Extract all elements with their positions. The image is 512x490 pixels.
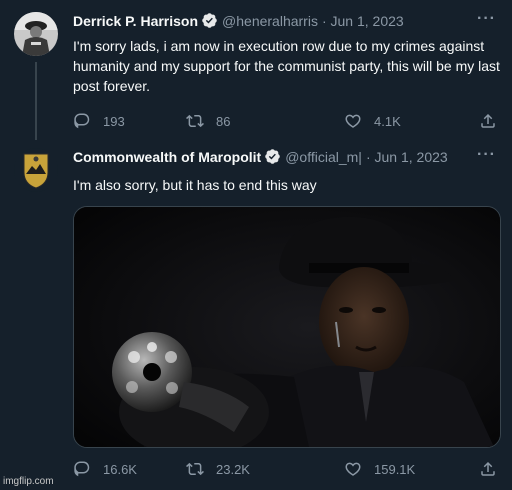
share-icon: [481, 461, 495, 476]
like-count: 4.1K: [374, 113, 401, 129]
tweet-text: I'm also sorry, but it has to end this w…: [73, 177, 317, 193]
author-handle[interactable]: @heneralharris: [222, 13, 318, 29]
avatar-derrick[interactable]: [14, 12, 58, 56]
reply-count: 193: [103, 113, 125, 129]
reply-icon: [74, 113, 90, 129]
avatar-maropolit[interactable]: [14, 148, 58, 192]
author-name[interactable]: Derrick P. Harrison: [73, 13, 198, 29]
retweet-button[interactable]: 86: [186, 112, 230, 130]
tweet-date[interactable]: · Jun 1, 2023: [366, 149, 448, 165]
reply-count: 16.6K: [103, 461, 137, 477]
more-options-icon[interactable]: ···: [477, 10, 496, 28]
heart-icon: [345, 114, 361, 128]
author-name[interactable]: Commonwealth of Maropolit: [73, 149, 261, 165]
reply-button[interactable]: 193: [73, 112, 125, 130]
author-handle[interactable]: @official_m|: [285, 149, 362, 165]
retweet-button[interactable]: 23.2K: [186, 460, 250, 478]
tweet-date[interactable]: · Jun 1, 2023: [322, 13, 404, 29]
retweet-icon: [186, 114, 204, 128]
thread-line: [35, 62, 37, 140]
tweet-1-actions: 193 86 4.1K: [73, 112, 503, 132]
tweet-text: I'm sorry lads, i am now in execution ro…: [73, 38, 500, 94]
watermark: imgflip.com: [3, 476, 54, 487]
tweet-2-actions: 16.6K 23.2K 159.1K: [73, 460, 503, 480]
share-icon: [481, 113, 495, 128]
tweet-1: Derrick P. Harrison @heneralharris · Jun…: [0, 0, 512, 140]
tweet-1-header: Derrick P. Harrison @heneralharris · Jun…: [73, 12, 404, 29]
share-button[interactable]: [479, 112, 509, 130]
like-button[interactable]: 159.1K: [344, 460, 415, 478]
verified-badge-icon: [264, 148, 281, 165]
tweet-2-header: Commonwealth of Maropolit @official_m| ·…: [73, 148, 448, 165]
tweet-media-image[interactable]: [73, 206, 501, 448]
share-button[interactable]: [479, 460, 509, 478]
retweet-icon: [186, 462, 204, 476]
like-count: 159.1K: [374, 461, 416, 477]
retweet-count: 86: [216, 113, 231, 129]
verified-badge-icon: [201, 12, 218, 29]
reply-button[interactable]: 16.6K: [73, 460, 137, 478]
heart-icon: [345, 462, 361, 476]
retweet-count: 23.2K: [216, 461, 250, 477]
reply-icon: [74, 461, 90, 477]
like-button[interactable]: 4.1K: [344, 112, 401, 130]
more-options-icon[interactable]: ···: [477, 146, 496, 164]
